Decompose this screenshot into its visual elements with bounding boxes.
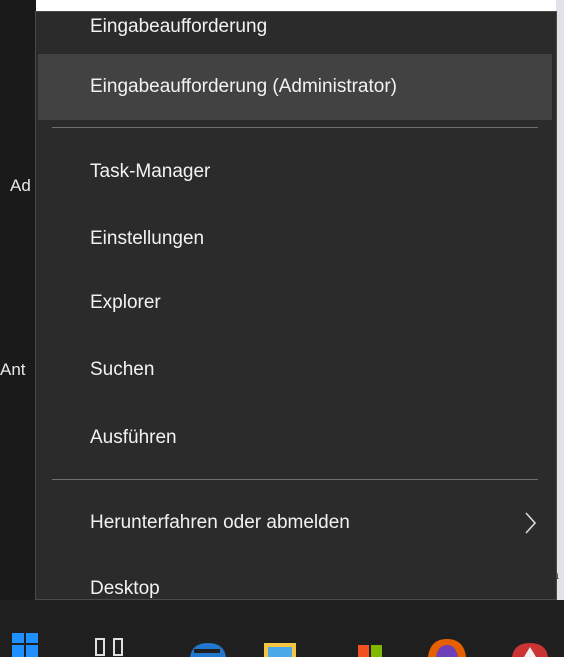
menu-item-label: Herunterfahren oder abmelden (90, 512, 350, 533)
menu-item-run[interactable]: Ausführen (38, 405, 552, 471)
menu-item-task-manager[interactable]: Task-Manager (38, 139, 552, 205)
firefox-icon[interactable] (424, 637, 470, 657)
chevron-right-icon (525, 512, 536, 534)
app-icon[interactable] (510, 639, 550, 657)
menu-item-settings[interactable]: Einstellungen (38, 206, 552, 272)
menu-item-label: Einstellungen (90, 228, 205, 249)
menu-item-label: Explorer (90, 292, 161, 313)
store-icon[interactable] (356, 641, 384, 657)
menu-item-label: Ausführen (90, 427, 177, 448)
edge-icon[interactable] (186, 639, 230, 657)
menu-item-label: Suchen (90, 359, 155, 380)
file-explorer-icon[interactable] (262, 639, 298, 657)
menu-item-label: Eingabeaufforderung (Administrator) (90, 76, 397, 97)
menu-item-label: Eingabeaufforderung (90, 16, 268, 37)
menu-item-label: Task-Manager (90, 161, 211, 182)
menu-item-shutdown-signout[interactable]: Herunterfahren oder abmelden (38, 490, 552, 556)
menu-separator (52, 479, 538, 480)
power-user-context-menu: Eingabeaufforderung Eingabeaufforderung … (35, 11, 557, 600)
menu-item-command-prompt[interactable]: Eingabeaufforderung (38, 0, 552, 60)
windows-start-icon[interactable] (10, 629, 40, 657)
menu-separator (52, 127, 538, 128)
menu-item-search[interactable]: Suchen (38, 337, 552, 403)
menu-item-explorer[interactable]: Explorer (38, 270, 552, 336)
menu-item-command-prompt-admin[interactable]: Eingabeaufforderung (Administrator) (38, 54, 552, 120)
background-window-text: Ant (0, 360, 26, 379)
desktop-background-right (556, 0, 564, 600)
menu-item-label: Desktop (90, 578, 160, 599)
desktop-background-left (0, 0, 36, 657)
taskbar (0, 600, 564, 657)
task-view-icon[interactable] (88, 633, 132, 657)
